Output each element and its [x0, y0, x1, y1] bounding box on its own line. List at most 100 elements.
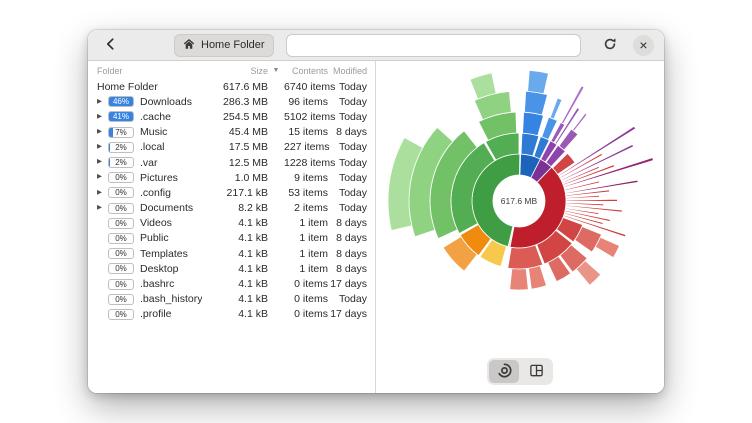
chart-segment[interactable] — [528, 70, 549, 93]
size-cell: 286.3 MB — [212, 96, 268, 108]
folder-name: .bashrc — [140, 278, 174, 290]
chart-segment[interactable] — [508, 245, 543, 269]
treemap-view-button[interactable] — [521, 360, 551, 383]
table-row[interactable]: 0%Public4.1 kB1 item8 days — [88, 231, 375, 246]
sort-descending-icon[interactable]: ▼ — [268, 67, 284, 74]
table-row[interactable]: ▶2%.var12.5 MB1228 itemsToday — [88, 155, 375, 170]
usage-percent-badge: 0% — [108, 233, 134, 244]
location-entry[interactable] — [286, 34, 581, 57]
usage-percent-badge: 2% — [108, 142, 134, 153]
table-row[interactable]: ▶41%.cache254.5 MB5102 itemsToday — [88, 109, 375, 124]
chart-panel: 617.6 MB — [376, 61, 664, 393]
folder-name: .config — [140, 187, 171, 199]
usage-percent-badge: 0% — [108, 294, 134, 305]
modified-cell: 8 days — [328, 126, 375, 138]
rings-chart: 617.6 MB — [376, 61, 663, 392]
header-bar: Home Folder × — [88, 30, 664, 61]
expander-icon[interactable]: ▶ — [97, 159, 108, 166]
expander-icon[interactable]: ▶ — [97, 174, 108, 181]
table-row[interactable]: ▶0%.config217.1 kB53 itemsToday — [88, 185, 375, 200]
table-row[interactable]: 0%Videos4.1 kB1 item8 days — [88, 216, 375, 231]
table-row[interactable]: ▶0%Pictures1.0 MB9 itemsToday — [88, 170, 375, 185]
back-button[interactable] — [98, 33, 124, 57]
folder-name: Home Folder — [97, 81, 158, 93]
usage-percent-badge: 0% — [108, 187, 134, 198]
contents-cell: 0 items — [284, 293, 328, 305]
chart-segment[interactable] — [550, 98, 562, 119]
folder-name: Templates — [140, 248, 188, 260]
folder-name: .profile — [140, 308, 172, 320]
chart-segment[interactable] — [595, 237, 619, 257]
modified-cell: 8 days — [328, 217, 375, 229]
usage-percent-badge: 0% — [108, 248, 134, 259]
folder-name: .cache — [140, 111, 171, 123]
table-row[interactable]: 0% Templates 4.1 kB 1 item8 days — [88, 246, 375, 261]
size-cell: 4.1 kB — [212, 293, 268, 305]
table-row[interactable]: Home Folder617.6 MB6740 itemsToday — [88, 79, 375, 94]
contents-cell: 1 item — [284, 232, 328, 244]
refresh-icon — [603, 37, 617, 54]
disk-usage-analyzer-window: Home Folder × Folder Size ▼ Contents Mod… — [88, 30, 664, 393]
contents-cell: 0 items — [284, 308, 328, 320]
usage-percent-badge: 0% — [108, 218, 134, 229]
table-row[interactable]: 0%.bashrc4.1 kB0 items17 days — [88, 276, 375, 291]
chart-segment[interactable] — [566, 190, 610, 196]
table-row[interactable]: 0%Desktop4.1 kB1 item8 days — [88, 261, 375, 276]
chart-segment[interactable] — [566, 205, 623, 212]
refresh-button[interactable] — [597, 33, 623, 57]
folder-name: .local — [140, 141, 165, 153]
folder-name: .var — [140, 157, 158, 169]
table-row[interactable]: ▶2%.local17.5 MB227 itemsToday — [88, 140, 375, 155]
table-row[interactable]: 0%.bash_history4.1 kB0 itemsToday — [88, 292, 375, 307]
usage-percent-badge: 0% — [108, 203, 134, 214]
home-folder-button[interactable]: Home Folder — [174, 34, 274, 57]
usage-percent-badge: 46% — [108, 96, 134, 107]
size-cell: 4.1 kB — [212, 248, 268, 260]
usage-percent-badge: 0% — [108, 172, 134, 183]
table-row[interactable]: ▶46%Downloads286.3 MB96 itemsToday — [88, 94, 375, 109]
folder-name: Music — [140, 126, 167, 138]
folder-name: Desktop — [140, 263, 179, 275]
size-cell: 45.4 MB — [212, 126, 268, 138]
table-row[interactable]: ▶7%Music45.4 MB15 items8 days — [88, 125, 375, 140]
chart-segment[interactable] — [524, 91, 547, 115]
contents-cell: 0 items — [284, 278, 328, 290]
size-cell: 617.6 MB — [212, 81, 268, 93]
modified-cell: Today — [328, 111, 375, 123]
modified-cell: 17 days — [328, 308, 375, 320]
expander-icon[interactable]: ▶ — [97, 129, 108, 136]
usage-percent-badge: 0% — [108, 309, 134, 320]
modified-cell: Today — [328, 141, 375, 153]
column-header-modified[interactable]: Modified — [328, 66, 376, 76]
expander-icon[interactable]: ▶ — [97, 144, 108, 151]
column-header-folder[interactable]: Folder — [88, 66, 212, 76]
expander-icon[interactable]: ▶ — [97, 114, 108, 121]
chart-segment[interactable] — [510, 269, 529, 290]
column-header-size[interactable]: Size — [212, 66, 268, 76]
modified-cell: 8 days — [328, 248, 375, 260]
usage-percent-badge: 0% — [108, 279, 134, 290]
expander-icon[interactable]: ▶ — [97, 205, 108, 212]
modified-cell: Today — [328, 187, 375, 199]
column-header-contents[interactable]: Contents — [284, 66, 328, 76]
contents-cell: 1 item — [284, 263, 328, 275]
contents-cell: 1 item — [284, 248, 328, 260]
expander-icon[interactable]: ▶ — [97, 190, 108, 197]
home-icon — [183, 38, 195, 53]
table-row[interactable]: 0%.profile4.1 kB0 items17 days — [88, 307, 375, 322]
chevron-left-icon — [104, 37, 118, 54]
treemap-chart-icon — [529, 363, 544, 381]
rings-view-button[interactable] — [489, 360, 519, 383]
expander-icon[interactable]: ▶ — [97, 99, 108, 106]
main-content: Folder Size ▼ Contents Modified Home Fol… — [88, 61, 664, 393]
chart-segment[interactable] — [566, 199, 617, 201]
chart-segment[interactable] — [528, 266, 546, 289]
chart-segment[interactable] — [523, 112, 544, 136]
size-cell: 217.1 kB — [212, 187, 268, 199]
contents-cell: 15 items — [284, 126, 328, 138]
table-row[interactable]: ▶0%Documents8.2 kB2 itemsToday — [88, 201, 375, 216]
folder-name: Pictures — [140, 172, 178, 184]
close-button[interactable]: × — [633, 35, 654, 56]
size-cell: 4.1 kB — [212, 263, 268, 275]
size-cell: 12.5 MB — [212, 157, 268, 169]
